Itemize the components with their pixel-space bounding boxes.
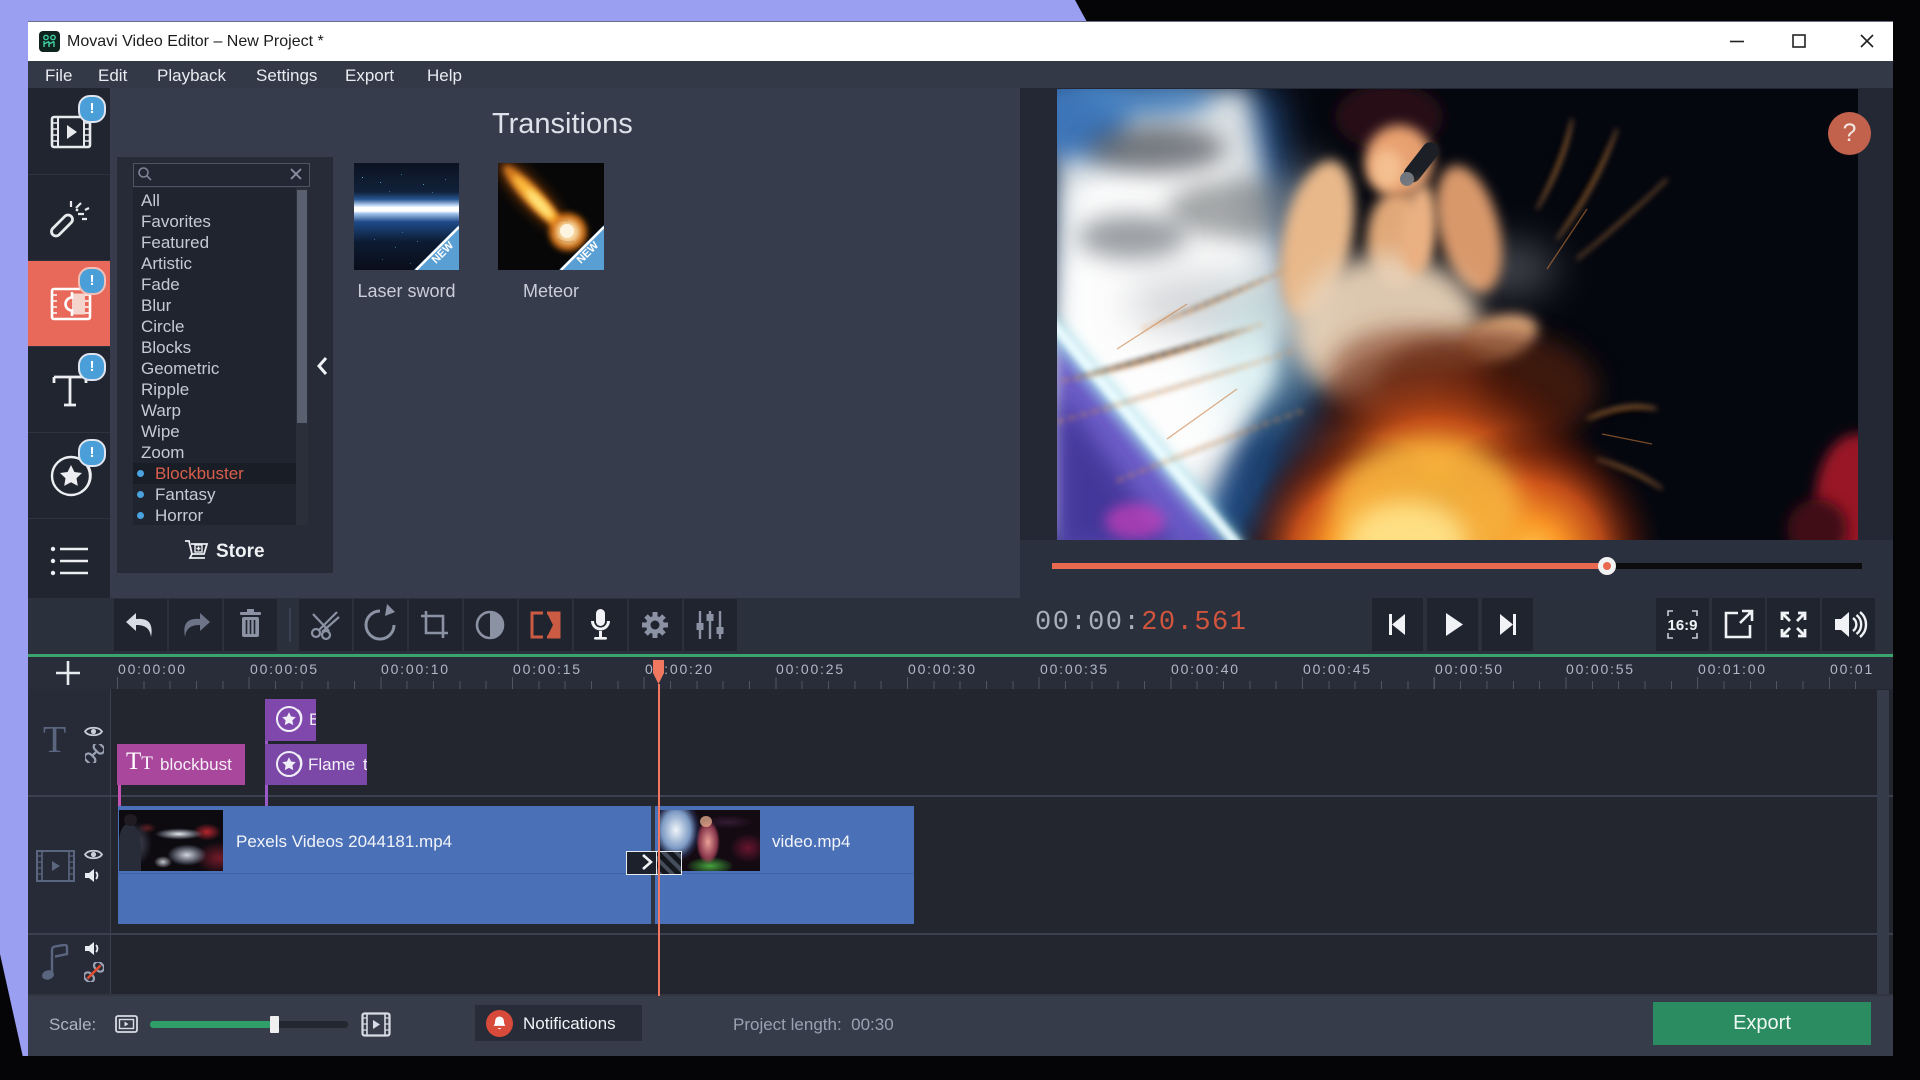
svg-text:16:9: 16:9 <box>1667 617 1697 634</box>
